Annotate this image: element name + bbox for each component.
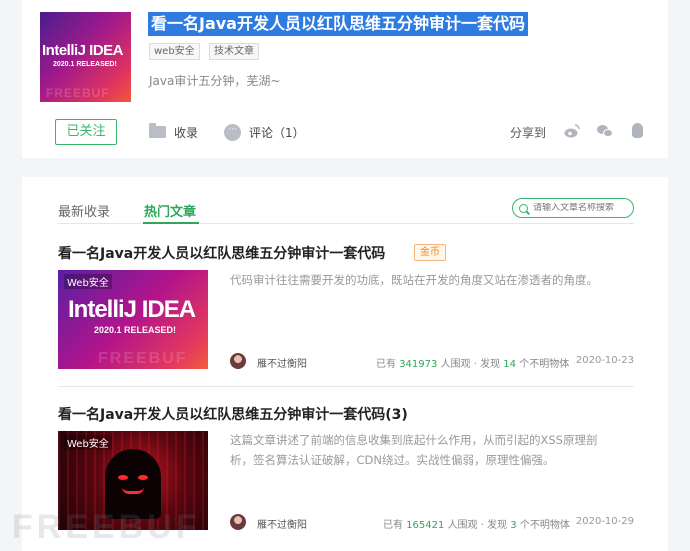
- favorite-label: 收录: [174, 125, 199, 140]
- thumbnail-watermark: FREEBUF: [98, 350, 188, 367]
- tab-latest[interactable]: 最新收录: [58, 201, 110, 220]
- article-stats: 已有 165421 人围观 · 发现 3 个不明物体: [383, 520, 570, 531]
- article-description: Java审计五分钟，芜湖~: [149, 74, 281, 88]
- favorite-button[interactable]: 收录: [149, 122, 198, 142]
- article-cover-image: IntelliJ IDEA 2020.1 RELEASED! FREEBUF: [40, 12, 131, 102]
- avatar[interactable]: [230, 353, 246, 369]
- article-title[interactable]: 看一名Java开发人员以红队思维五分钟审计一套代码(3): [58, 404, 408, 424]
- comment-count: （1）: [273, 125, 305, 140]
- find-count: 14: [503, 359, 517, 370]
- article-stats: 已有 341973 人围观 · 发现 14 个不明物体: [376, 359, 570, 370]
- site-watermark: FREEBUF: [12, 508, 201, 546]
- article-search[interactable]: [512, 198, 634, 218]
- folder-icon: [149, 123, 166, 138]
- find-count: 3: [510, 520, 517, 531]
- follow-button[interactable]: 已关注: [55, 119, 117, 145]
- article-header-card: IntelliJ IDEA 2020.1 RELEASED! FREEBUF 看…: [22, 0, 668, 158]
- cover-watermark: FREEBUF: [46, 86, 110, 100]
- comment-bubble-icon: ···: [224, 123, 241, 141]
- page-title: 看一名Java开发人员以红队思维五分钟审计一套代码: [148, 12, 528, 36]
- search-icon: [519, 203, 528, 213]
- thumbnail-logo-text: IntelliJ IDEA: [68, 296, 196, 323]
- thumbnail-sub-text: 2020.1 RELEASED!: [94, 325, 177, 335]
- article-excerpt: 这篇文章讲述了前端的信息收集到底起什么作用，从而引起的XSS原理剖析，签名算法认…: [230, 433, 598, 467]
- qq-icon[interactable]: [632, 123, 643, 138]
- cover-sub-text: 2020.1 RELEASED!: [53, 61, 117, 68]
- active-tab-indicator: [143, 222, 199, 224]
- avatar[interactable]: [230, 514, 246, 530]
- author-name[interactable]: 雁不过衡阳: [257, 355, 307, 370]
- coin-badge: 金币: [414, 244, 446, 261]
- article-meta: 雁不过衡阳 已有 341973 人围观 · 发现 14 个不明物体 2020-1…: [230, 353, 634, 371]
- weibo-icon[interactable]: [564, 124, 580, 138]
- list-divider: [58, 386, 634, 387]
- list-tabs: 最新收录 热门文章: [58, 201, 196, 220]
- publish-date: 2020-10-29: [575, 516, 634, 527]
- article-meta: 雁不过衡阳 已有 165421 人围观 · 发现 3 个不明物体 2020-10…: [230, 514, 634, 532]
- tag-web-security[interactable]: web安全: [149, 43, 200, 60]
- cover-logo-text: IntelliJ IDEA: [42, 42, 124, 59]
- tab-popular[interactable]: 热门文章: [144, 201, 196, 220]
- wechat-icon[interactable]: [597, 125, 613, 137]
- comment-label: 评论: [249, 125, 274, 140]
- article-title[interactable]: 看一名Java开发人员以红队思维五分钟审计一套代码: [58, 243, 385, 263]
- view-count: 165421: [406, 520, 445, 531]
- comment-button[interactable]: ··· 评论 （1）: [224, 122, 305, 142]
- tag-tech-article[interactable]: 技术文章: [209, 43, 259, 60]
- share-label: 分享到: [510, 126, 547, 140]
- view-count: 341973: [399, 359, 438, 370]
- thumbnail-category: Web安全: [64, 435, 112, 450]
- search-input[interactable]: [533, 203, 633, 213]
- thumbnail-category: Web安全: [64, 274, 112, 289]
- article-excerpt: 代码审计往往需要开发的功底，既站在开发的角度又站在渗透者的角度。: [230, 273, 598, 287]
- article-thumbnail[interactable]: Web安全 IntelliJ IDEA 2020.1 RELEASED! FRE…: [58, 270, 208, 369]
- article-list-card: 最新收录 热门文章 看一名Java开发人员以红队思维五分钟审计一套代码 金币 W…: [22, 177, 668, 551]
- publish-date: 2020-10-23: [575, 355, 634, 366]
- author-name[interactable]: 雁不过衡阳: [257, 516, 307, 531]
